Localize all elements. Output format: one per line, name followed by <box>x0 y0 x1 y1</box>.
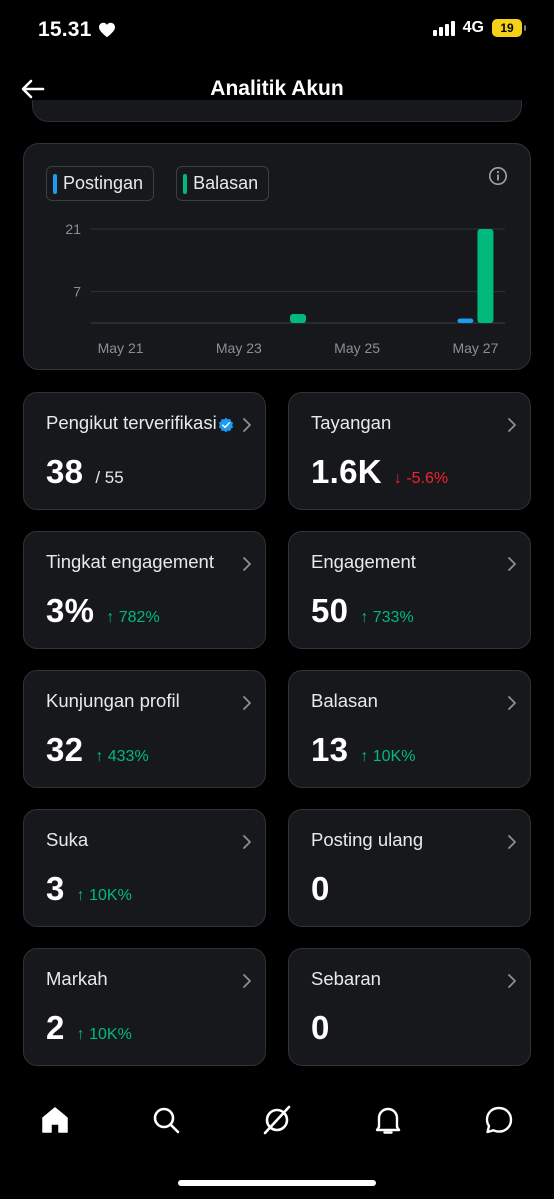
stat-value: 0 <box>311 1009 330 1046</box>
info-icon[interactable] <box>488 166 508 186</box>
chevron-right-icon <box>508 835 516 849</box>
notifications-icon[interactable] <box>372 1104 404 1136</box>
stat-value-row: 13 ↑ 10K% <box>311 731 415 769</box>
activity-chart-card: Postingan Balasan 7 21 May 21 May 23 May 25 M… <box>23 143 531 370</box>
home-indicator[interactable] <box>178 1180 376 1186</box>
previous-card-edge <box>32 100 522 122</box>
chevron-right-icon <box>243 557 251 571</box>
stat-change: ↓ -5.6% <box>393 470 449 487</box>
stat-label: Tayangan <box>311 412 392 433</box>
legend-label-postingan: Postingan <box>63 173 144 193</box>
legend-label-balasan: Balasan <box>193 173 259 193</box>
stat-card-suka[interactable]: Suka 3 ↑ 10K% <box>23 809 266 927</box>
y-tick-label: 21 <box>65 221 81 237</box>
stat-label: Sebaran <box>311 968 381 989</box>
stat-value: 50 <box>311 592 349 629</box>
stat-value-row: 0 <box>311 870 330 908</box>
stat-value: 13 <box>311 731 349 768</box>
x-tick-label: May 23 <box>216 340 262 356</box>
stat-value-row: 32 ↑ 433% <box>46 731 149 769</box>
bar-chart: 7 21 May 21 May 23 May 25 May 27 <box>65 221 505 356</box>
x-tick-label: May 21 <box>98 340 144 356</box>
stat-label: Markah <box>46 968 108 989</box>
bottom-nav <box>0 1090 554 1150</box>
stat-value: 0 <box>311 870 330 907</box>
stat-change: ↑ 782% <box>106 609 160 626</box>
stat-change: ↑ 10K% <box>360 748 416 765</box>
stat-value-row: 2 ↑ 10K% <box>46 1009 132 1047</box>
stat-card-kunjungan-profil[interactable]: Kunjungan profil 32 ↑ 433% <box>23 670 266 788</box>
page-title: Analitik Akun <box>210 77 344 100</box>
stat-value: 3 <box>46 870 65 907</box>
grok-icon[interactable] <box>261 1104 293 1136</box>
chevron-right-icon <box>508 557 516 571</box>
y-tick-label: 7 <box>73 284 81 300</box>
stat-change: ↑ 10K% <box>76 887 132 904</box>
chevron-right-icon <box>243 418 251 432</box>
stat-value-row: 50 ↑ 733% <box>311 592 414 630</box>
stat-value: 1.6K <box>311 453 382 490</box>
stat-label: Engagement <box>311 551 416 572</box>
stat-label: Pengikut terverifikasi <box>46 412 217 433</box>
time-text: 15.31 <box>38 18 92 41</box>
stat-value: 2 <box>46 1009 65 1046</box>
stat-label: Balasan <box>311 690 378 711</box>
stat-card-sebaran[interactable]: Sebaran 0 <box>288 948 531 1066</box>
stat-value: 38 <box>46 453 84 490</box>
stat-value-row: 38 / 55 <box>46 453 124 491</box>
x-tick-label: May 27 <box>452 340 498 356</box>
stat-card-balasan[interactable]: Balasan 13 ↑ 10K% <box>288 670 531 788</box>
chevron-right-icon <box>243 835 251 849</box>
search-icon[interactable] <box>150 1104 182 1136</box>
stat-value-row: 1.6K ↓ -5.6% <box>311 453 448 491</box>
stat-total: / 55 <box>95 468 124 487</box>
chevron-right-icon <box>508 418 516 432</box>
status-indicators: 4G 19 <box>432 19 526 37</box>
home-icon[interactable] <box>39 1104 71 1136</box>
chart-legend: Postingan Balasan <box>46 166 270 201</box>
stat-change: ↑ 10K% <box>76 1026 132 1043</box>
analytics-screen: 15.31 4G 19 Analitik Akun Postingan Bala… <box>0 0 554 1199</box>
bar-postingan-may-27[interactable] <box>457 318 474 323</box>
stat-card-engagement[interactable]: Engagement 50 ↑ 733% <box>288 531 531 649</box>
stat-label: Posting ulang <box>311 829 424 850</box>
status-bar: 15.31 4G 19 <box>0 0 554 60</box>
stat-card-tayangan[interactable]: Tayangan 1.6K ↓ -5.6% <box>288 392 531 510</box>
legend-swatch-balasan <box>183 173 188 194</box>
stat-value: 32 <box>46 731 84 768</box>
network-type: 4G <box>462 19 484 36</box>
battery-icon: 19 <box>492 19 526 37</box>
bar-balasan-may-27[interactable] <box>477 229 494 323</box>
chevron-right-icon <box>243 974 251 988</box>
stat-card-tingkat-engagement[interactable]: Tingkat engagement 3% ↑ 782% <box>23 531 266 649</box>
signal-icon <box>432 20 455 36</box>
chevron-right-icon <box>508 974 516 988</box>
battery-level: 19 <box>500 21 514 35</box>
verified-badge-icon <box>218 417 234 433</box>
stat-change: ↑ 733% <box>360 609 414 626</box>
stat-value-row: 3 ↑ 10K% <box>46 870 132 908</box>
chevron-right-icon <box>243 696 251 710</box>
stat-card-pengikut-terverifikasi[interactable]: Pengikut terverifikasi 38 / 55 <box>23 392 266 510</box>
stat-value-row: 0 <box>311 1009 330 1047</box>
x-tick-label: May 25 <box>334 340 380 356</box>
stat-value: 3% <box>46 592 95 629</box>
stat-label: Tingkat engagement <box>46 551 214 572</box>
bar-balasan-may-24[interactable] <box>290 314 306 323</box>
messages-icon[interactable] <box>483 1104 515 1136</box>
status-time: 15.31 <box>38 18 116 42</box>
stat-card-posting-ulang[interactable]: Posting ulang 0 <box>288 809 531 927</box>
legend-item-postingan[interactable]: Postingan <box>46 166 155 201</box>
chevron-right-icon <box>508 696 516 710</box>
stat-card-markah[interactable]: Markah 2 ↑ 10K% <box>23 948 266 1066</box>
stat-label: Suka <box>46 829 89 850</box>
stat-value-row: 3% ↑ 782% <box>46 592 160 630</box>
stat-label: Kunjungan profil <box>46 690 180 711</box>
legend-swatch-postingan <box>53 173 57 194</box>
legend-item-balasan[interactable]: Balasan <box>176 166 270 201</box>
heart-icon <box>98 22 115 38</box>
stat-change: ↑ 433% <box>95 748 149 765</box>
